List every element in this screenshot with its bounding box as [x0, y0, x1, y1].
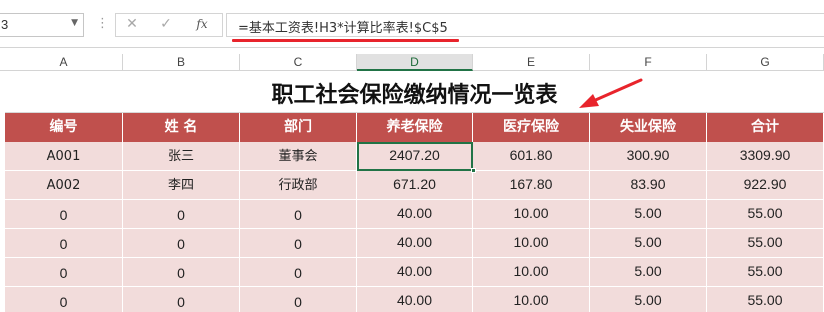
cell-pension[interactable]: 671.20 — [357, 171, 473, 200]
cell-total[interactable]: 922.90 — [707, 171, 824, 200]
table-row: 0 0 0 40.00 10.00 5.00 55.00 — [5, 258, 824, 287]
cell-dept[interactable]: 0 — [240, 200, 357, 229]
table-row: A002 李四 行政部 671.20 167.80 83.90 922.90 — [5, 171, 824, 200]
table-row: A001 张三 董事会 2407.20 601.80 300.90 3309.9… — [5, 142, 824, 171]
cell-unemployment[interactable]: 83.90 — [590, 171, 707, 200]
cell-unemployment[interactable]: 5.00 — [590, 287, 707, 312]
header-cell-medical[interactable]: 医疗保险 — [473, 113, 590, 142]
cell-dept[interactable]: 行政部 — [240, 171, 357, 200]
sheet-title: 职工社会保险缴纳情况一览表 — [271, 83, 558, 108]
spreadsheet-grid: 职工社会保险缴纳情况一览表 编号 姓 名 部门 养老保险 医疗保险 失业保险 合… — [5, 71, 824, 312]
column-header-f[interactable]: F — [590, 54, 707, 71]
header-cell-name[interactable]: 姓 名 — [123, 113, 240, 142]
cell-id[interactable]: 0 — [5, 229, 123, 258]
cell-pension-selected[interactable]: 2407.20 — [357, 142, 473, 171]
cell-total[interactable]: 55.00 — [707, 258, 824, 287]
cell-pension[interactable]: 40.00 — [357, 229, 473, 258]
cell-dept[interactable]: 0 — [240, 229, 357, 258]
formula-input[interactable]: =基本工资表!H3*计算比率表!$C$5 — [226, 13, 824, 37]
cell-unemployment[interactable]: 5.00 — [590, 200, 707, 229]
cancel-icon[interactable]: ✕ — [122, 16, 142, 34]
cell-dept[interactable]: 0 — [240, 258, 357, 287]
cell-name[interactable]: 0 — [123, 229, 240, 258]
cell-medical[interactable]: 167.80 — [473, 171, 590, 200]
cell-id[interactable]: 0 — [5, 287, 123, 312]
cell-dept[interactable]: 0 — [240, 287, 357, 312]
cell-id[interactable]: A001 — [5, 142, 123, 171]
column-header-a[interactable]: A — [5, 54, 123, 71]
formula-buttons: ✕ ✓ fx — [115, 13, 223, 37]
name-box-value: 3 — [1, 17, 9, 32]
enter-icon[interactable]: ✓ — [156, 16, 176, 34]
cell-unemployment[interactable]: 5.00 — [590, 258, 707, 287]
name-box[interactable]: 3 ▼ — [0, 13, 84, 37]
formula-bar: 3 ▼ ⋮ ✕ ✓ fx =基本工资表!H3*计算比率表!$C$5 — [0, 0, 824, 48]
column-header-b[interactable]: B — [123, 54, 240, 71]
column-header-e[interactable]: E — [473, 54, 590, 71]
cell-medical[interactable]: 10.00 — [473, 258, 590, 287]
header-cell-pension[interactable]: 养老保险 — [357, 113, 473, 142]
cell-name[interactable]: 0 — [123, 258, 240, 287]
annotation-underline — [232, 39, 459, 42]
cell-total[interactable]: 55.00 — [707, 287, 824, 312]
column-headers: A B C D E F G — [0, 54, 824, 71]
fill-handle[interactable] — [471, 168, 476, 173]
table-row: 0 0 0 40.00 10.00 5.00 55.00 — [5, 229, 824, 258]
table-row: 0 0 0 40.00 10.00 5.00 55.00 — [5, 287, 824, 312]
cell-name[interactable]: 0 — [123, 200, 240, 229]
cell-total[interactable]: 55.00 — [707, 229, 824, 258]
cell-id[interactable]: 0 — [5, 200, 123, 229]
header-cell-total[interactable]: 合计 — [707, 113, 824, 142]
title-row[interactable]: 职工社会保险缴纳情况一览表 — [5, 71, 824, 113]
cell-unemployment[interactable]: 300.90 — [590, 142, 707, 171]
annotation-arrow-icon — [579, 78, 643, 108]
cell-id[interactable]: 0 — [5, 258, 123, 287]
cell-name[interactable]: 李四 — [123, 171, 240, 200]
cell-pension[interactable]: 40.00 — [357, 287, 473, 312]
cell-total[interactable]: 3309.90 — [707, 142, 824, 171]
cell-medical[interactable]: 10.00 — [473, 287, 590, 312]
header-cell-dept[interactable]: 部门 — [240, 113, 357, 142]
header-cell-unemployment[interactable]: 失业保险 — [590, 113, 707, 142]
cell-medical[interactable]: 10.00 — [473, 200, 590, 229]
cell-name[interactable]: 0 — [123, 287, 240, 312]
column-header-d[interactable]: D — [357, 54, 473, 71]
column-header-g[interactable]: G — [707, 54, 824, 71]
cell-id[interactable]: A002 — [5, 171, 123, 200]
cell-pension[interactable]: 40.00 — [357, 200, 473, 229]
column-header-c[interactable]: C — [240, 54, 357, 71]
insert-function-icon[interactable]: fx — [192, 17, 212, 35]
cell-total[interactable]: 55.00 — [707, 200, 824, 229]
cell-unemployment[interactable]: 5.00 — [590, 229, 707, 258]
formula-text: =基本工资表!H3*计算比率表!$C$5 — [238, 21, 448, 36]
cell-dept[interactable]: 董事会 — [240, 142, 357, 171]
cell-pension[interactable]: 40.00 — [357, 258, 473, 287]
drag-handle-icon[interactable]: ⋮ — [96, 16, 109, 31]
chevron-down-icon[interactable]: ▼ — [71, 18, 78, 28]
table-header-row: 编号 姓 名 部门 养老保险 医疗保险 失业保险 合计 — [5, 113, 824, 142]
cell-medical[interactable]: 10.00 — [473, 229, 590, 258]
header-cell-id[interactable]: 编号 — [5, 113, 123, 142]
table-row: 0 0 0 40.00 10.00 5.00 55.00 — [5, 200, 824, 229]
cell-name[interactable]: 张三 — [123, 142, 240, 171]
cell-medical[interactable]: 601.80 — [473, 142, 590, 171]
